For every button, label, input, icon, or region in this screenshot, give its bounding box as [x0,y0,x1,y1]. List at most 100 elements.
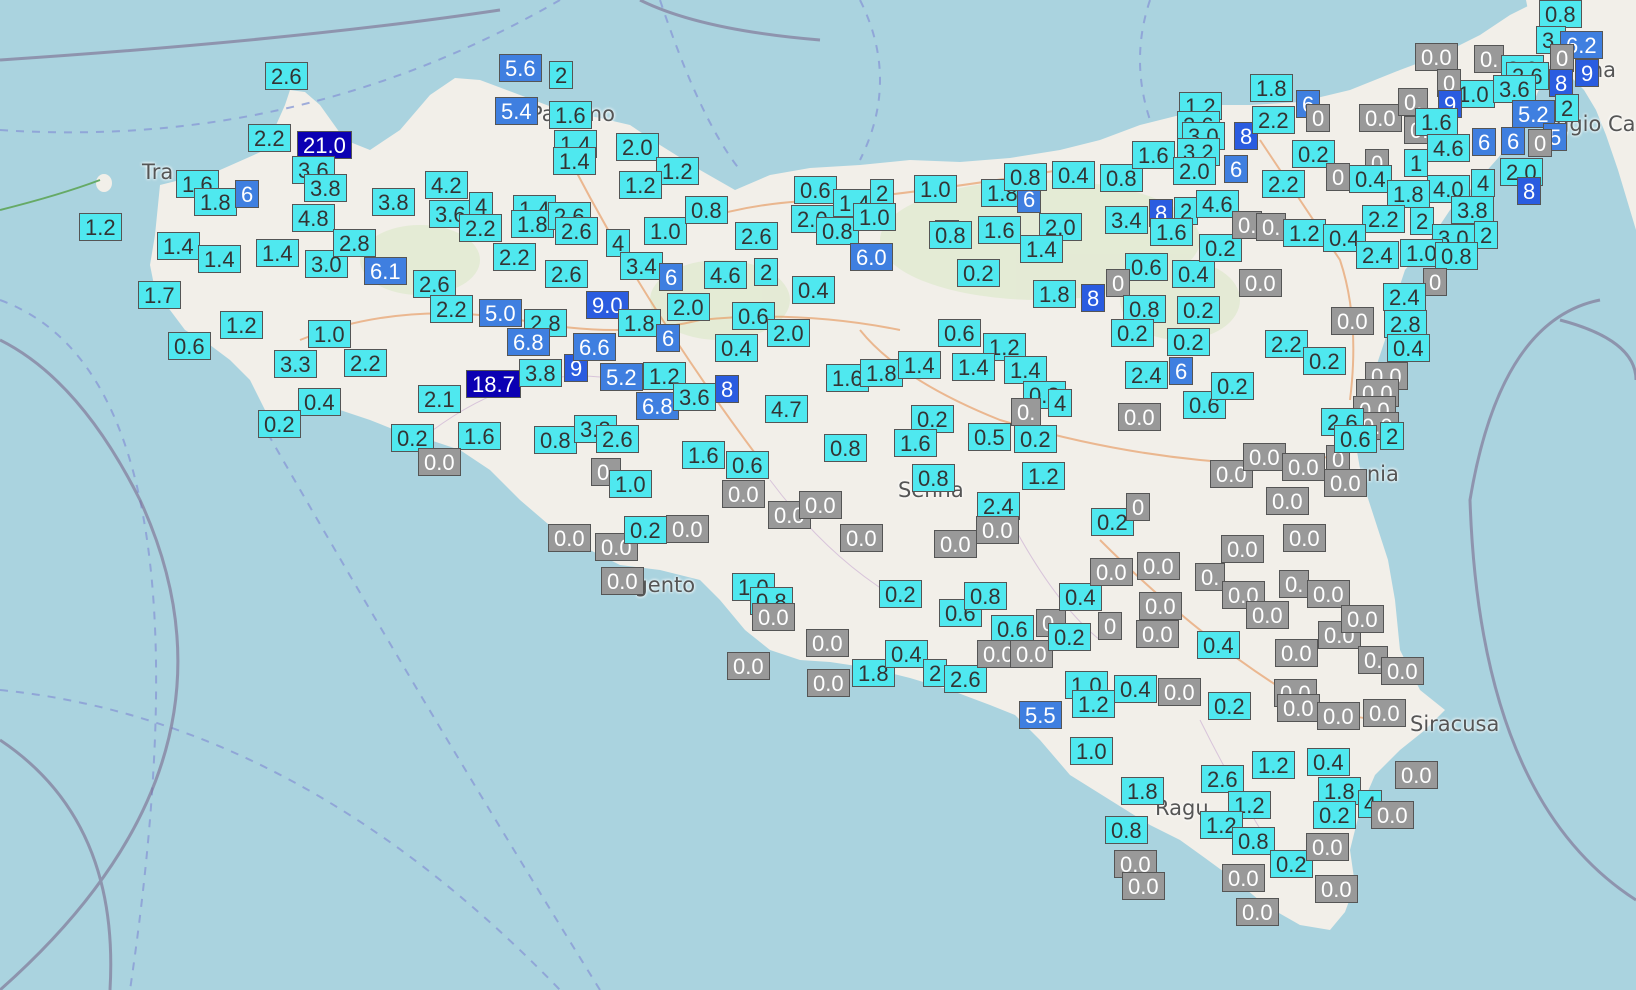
station-value-53[interactable]: 2.6 [555,217,598,245]
station-value-46[interactable]: 1.4 [553,147,596,175]
station-value-125[interactable]: 1.6 [978,216,1021,244]
station-value-202[interactable]: 0.0 [1236,898,1279,926]
station-value-271[interactable]: 1.6 [1415,108,1458,136]
station-value-7[interactable]: 6 [235,180,260,208]
station-value-190[interactable]: 0.0 [1221,535,1264,563]
station-value-228[interactable]: 0.0 [1282,453,1325,481]
station-value-258[interactable]: 0. [1474,45,1505,73]
station-value-101[interactable]: 1.4 [898,351,941,379]
station-value-133[interactable]: 1.4 [952,353,995,381]
station-value-186[interactable]: 0.0 [1136,620,1179,648]
station-value-176[interactable]: 0.2 [1111,319,1154,347]
station-value-78[interactable]: 0.2 [624,516,667,544]
station-value-159[interactable]: 0.4 [1114,675,1157,703]
station-value-96[interactable]: 6.0 [850,243,893,271]
station-value-244[interactable]: 0.0 [1306,833,1349,861]
station-value-153[interactable]: 0.0 [1090,558,1133,586]
station-value-223[interactable]: 0.0 [1239,269,1282,297]
station-value-73[interactable]: 2.6 [596,425,639,453]
station-value-145[interactable]: 0.8 [964,582,1007,610]
station-value-86[interactable]: 2.0 [767,319,810,347]
station-value-232[interactable]: 0.0 [1283,524,1326,552]
station-value-64[interactable]: 6 [656,324,681,352]
station-value-293[interactable]: 0.8 [1435,242,1478,270]
station-value-143[interactable]: 0.0 [934,530,977,558]
station-value-189[interactable]: 0.2 [1208,692,1251,720]
station-value-60[interactable]: 6 [659,263,684,291]
station-value-227[interactable]: 0.0 [1243,443,1286,471]
station-value-268[interactable]: 0.0 [1359,104,1402,132]
station-value-83[interactable]: 0.0 [722,480,765,508]
station-value-276[interactable]: 0 [1528,129,1553,157]
station-value-105[interactable]: 1.6 [894,429,937,457]
station-value-273[interactable]: 4.6 [1427,134,1470,162]
station-value-55[interactable]: 2.2 [493,243,536,271]
station-value-108[interactable]: 0.0 [799,491,842,519]
station-value-192[interactable]: 0.0 [1246,601,1289,629]
station-value-267[interactable]: 2 [1555,94,1580,122]
station-value-152[interactable]: 0.4 [1059,583,1102,611]
station-value-249[interactable]: 0.0 [1363,699,1406,727]
station-value-150[interactable]: 0.2 [1048,623,1091,651]
station-value-274[interactable]: 6 [1472,128,1497,156]
station-value-90[interactable]: 0.6 [794,176,837,204]
station-value-230[interactable]: 0.0 [1324,469,1367,497]
station-value-255[interactable]: 0 [1550,44,1575,72]
station-value-295[interactable]: 2.4 [1383,283,1426,311]
station-value-131[interactable]: 0.6 [938,319,981,347]
station-value-275[interactable]: 6 [1501,127,1526,155]
station-value-97[interactable]: 1.0 [914,175,957,203]
station-value-139[interactable]: 0.2 [1014,425,1057,453]
station-value-115[interactable]: 0.0 [807,669,850,697]
station-value-100[interactable]: 1.8 [860,359,903,387]
station-value-58[interactable]: 1.0 [644,217,687,245]
station-value-252[interactable]: 0.8 [1539,0,1582,28]
station-value-9[interactable]: 1.2 [79,213,122,241]
station-value-11[interactable]: 1.4 [198,245,241,273]
station-value-82[interactable]: 0.6 [726,451,769,479]
station-value-197[interactable]: 2.6 [1201,765,1244,793]
station-value-291[interactable]: 2.4 [1356,241,1399,269]
station-value-15[interactable]: 6.1 [364,257,407,285]
station-value-280[interactable]: 1 [1404,149,1429,177]
station-value-257[interactable]: 0.0 [1415,43,1458,71]
station-value-21[interactable]: 2.2 [344,349,387,377]
station-value-203[interactable]: 1.2 [1252,751,1295,779]
station-value-6[interactable]: 1.8 [194,188,237,216]
station-value-221[interactable]: 0. [1256,213,1287,241]
station-value-236[interactable]: 0.0 [1275,639,1318,667]
station-value-79[interactable]: 0.0 [666,515,709,543]
station-value-294[interactable]: 0 [1423,268,1448,296]
station-value-44[interactable]: 1.6 [549,101,592,129]
station-value-170[interactable]: 0.6 [1125,253,1168,281]
station-value-136[interactable]: 4 [1048,389,1073,417]
station-value-2[interactable]: 21.0 [297,131,352,159]
station-value-8[interactable]: 4.8 [292,204,335,232]
station-value-288[interactable]: 2 [1474,221,1499,249]
station-value-4[interactable]: 3.8 [304,174,347,202]
station-value-17[interactable]: 1.2 [220,311,263,339]
station-value-65[interactable]: 6.6 [573,333,616,361]
station-value-286[interactable]: 2.2 [1362,205,1405,233]
station-value-156[interactable]: 5.5 [1019,701,1062,729]
station-value-124[interactable]: 0.8 [929,221,972,249]
station-value-40[interactable]: 0.0 [418,448,461,476]
station-value-279[interactable]: 0.4 [1349,165,1392,193]
station-value-212[interactable]: 1.8 [1250,74,1293,102]
station-value-297[interactable]: 0.4 [1387,334,1430,362]
station-value-171[interactable]: 0.4 [1172,260,1215,288]
station-value-222[interactable]: 1.2 [1283,219,1326,247]
station-value-209[interactable]: 2.0 [1173,157,1216,185]
station-value-49[interactable]: 1.2 [619,171,662,199]
station-value-261[interactable]: 8 [1549,69,1574,97]
station-value-218[interactable]: 0 [1326,163,1351,191]
station-value-76[interactable]: 0.0 [548,524,591,552]
station-value-112[interactable]: 0.0 [752,603,795,631]
station-value-48[interactable]: 1.2 [656,157,699,185]
station-value-10[interactable]: 1.4 [157,232,200,260]
station-value-210[interactable]: 6 [1224,155,1249,183]
station-value-103[interactable]: 0.8 [824,434,867,462]
station-value-28[interactable]: 2.2 [459,214,502,242]
station-value-263[interactable]: 3.6 [1493,75,1536,103]
station-value-158[interactable]: 1.2 [1072,690,1115,718]
